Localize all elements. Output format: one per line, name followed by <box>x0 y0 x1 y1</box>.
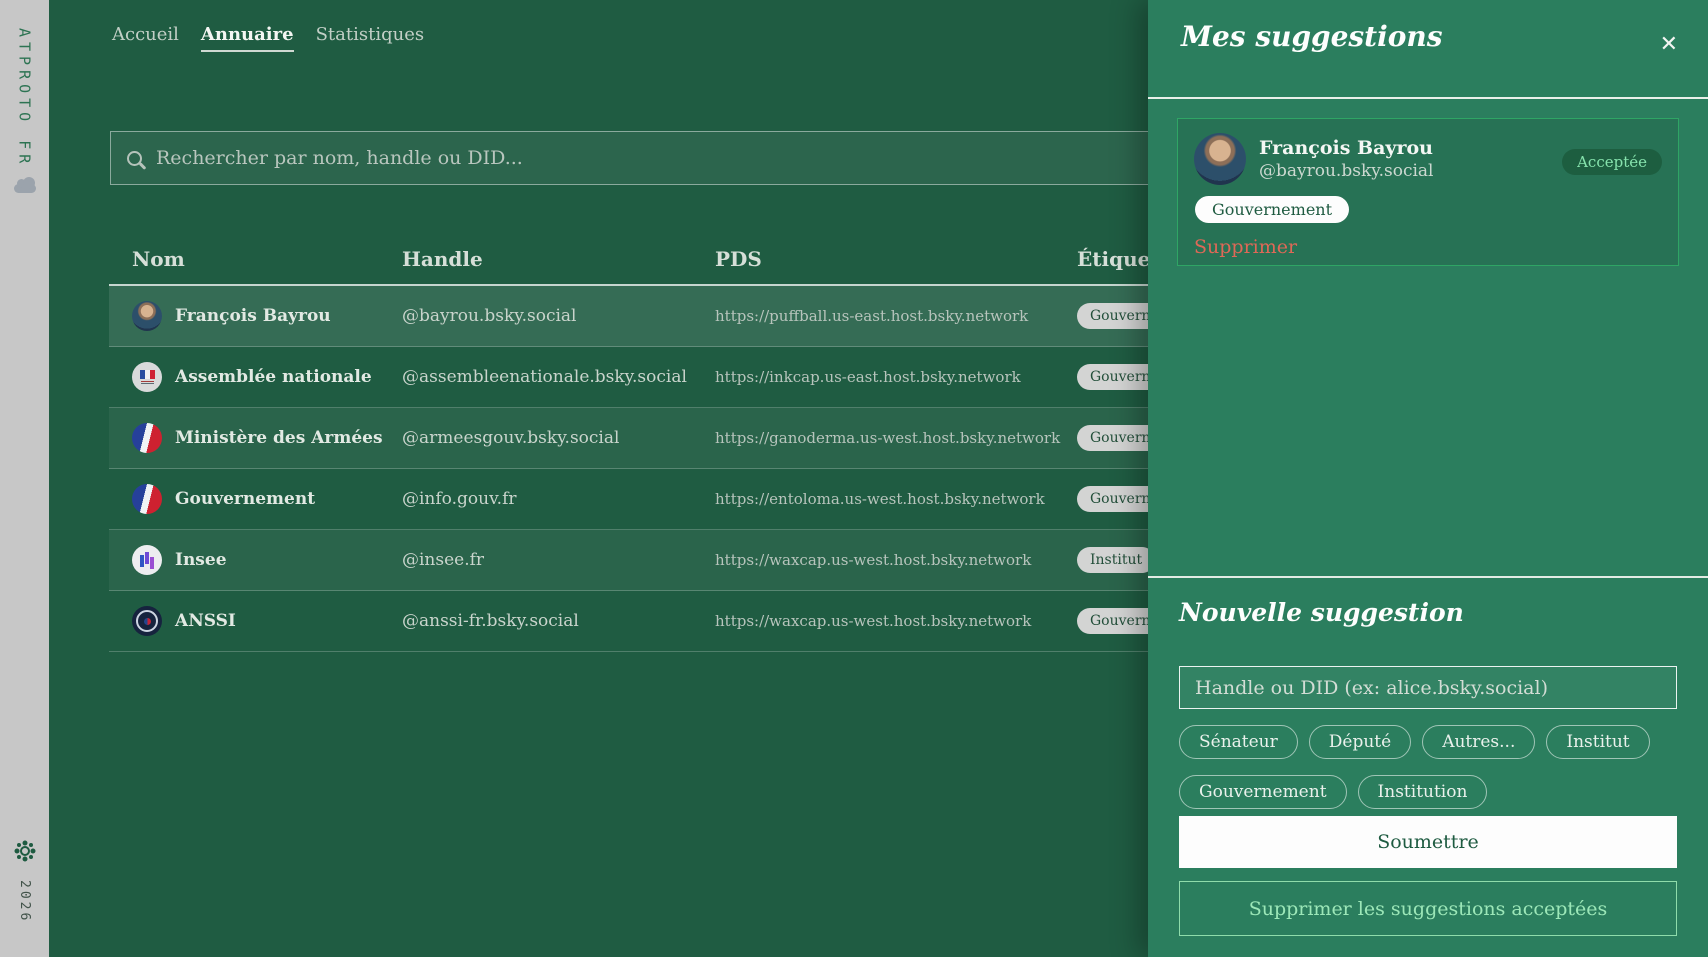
top-nav: Accueil Annuaire Statistiques <box>112 24 424 52</box>
cell-handle: @info.gouv.fr <box>402 489 715 509</box>
assemblee-nationale-avatar <box>132 362 162 392</box>
side-rail: ATPROTO FR 2026 <box>0 0 49 957</box>
suggestion-name: François Bayrou <box>1259 137 1433 161</box>
clear-accepted-button[interactable]: Supprimer les suggestions acceptées <box>1179 881 1677 936</box>
cell-pds: https://waxcap.us-west.host.bsky.network <box>715 551 1077 569</box>
cell-name: Ministère des Armées <box>109 423 402 453</box>
cell-handle: @insee.fr <box>402 550 715 570</box>
suggestion-tag-badge: Gouvernement <box>1195 196 1349 223</box>
submit-button[interactable]: Soumettre <box>1179 816 1677 868</box>
cell-pds: https://inkcap.us-east.host.bsky.network <box>715 368 1077 386</box>
cell-pds: https://ganoderma.us-west.host.bsky.netw… <box>715 429 1077 447</box>
tag-chip-gouvernement[interactable]: Gouvernement <box>1179 775 1347 809</box>
cell-handle: @anssi-fr.bsky.social <box>402 611 715 631</box>
row-name: Gouvernement <box>175 489 315 509</box>
cell-name: Assemblée nationale <box>109 362 402 392</box>
column-header-pds: PDS <box>715 247 1077 271</box>
sun-icon[interactable] <box>20 846 30 856</box>
cell-handle: @armeesgouv.bsky.social <box>402 428 715 448</box>
nav-item-statistiques[interactable]: Statistiques <box>316 24 425 52</box>
insee-avatar <box>132 545 162 575</box>
panel-header: Mes suggestions ✕ <box>1148 0 1708 99</box>
suggestions-panel: Mes suggestions ✕ François Bayrou @bayro… <box>1148 0 1708 957</box>
cell-pds: https://waxcap.us-west.host.bsky.network <box>715 612 1077 630</box>
cell-pds: https://entoloma.us-west.host.bsky.netwo… <box>715 490 1077 508</box>
row-name: ANSSI <box>175 611 236 631</box>
cell-name: Insee <box>109 545 402 575</box>
nav-item-accueil[interactable]: Accueil <box>112 24 179 52</box>
cloud-icon <box>14 184 36 193</box>
search-icon <box>127 151 142 166</box>
suggestion-card: François Bayrou @bayrou.bsky.social Acce… <box>1177 118 1679 266</box>
panel-title: Mes suggestions <box>1181 20 1708 53</box>
new-suggestion-section: Nouvelle suggestion Sénateur Député Autres… <box>1148 576 1708 957</box>
tag-chip-institut[interactable]: Institut <box>1546 725 1649 759</box>
close-icon[interactable]: ✕ <box>1660 32 1678 57</box>
bayrou-avatar <box>132 301 162 331</box>
year-label: 2026 <box>17 880 32 923</box>
cell-handle: @assembleenationale.bsky.social <box>402 367 715 387</box>
cell-name: François Bayrou <box>109 301 402 331</box>
cell-name: Gouvernement <box>109 484 402 514</box>
cell-name: ANSSI <box>109 606 402 636</box>
cell-pds: https://puffball.us-east.host.bsky.netwo… <box>715 307 1077 325</box>
row-name: Ministère des Armées <box>175 428 383 448</box>
row-tag-badge: Institut <box>1077 547 1155 573</box>
row-name: Assemblée nationale <box>175 367 372 387</box>
nav-item-annuaire[interactable]: Annuaire <box>201 24 294 52</box>
remove-suggestion-link[interactable]: Supprimer <box>1194 236 1297 258</box>
bayrou-avatar <box>1194 133 1246 185</box>
column-header-nom: Nom <box>109 247 402 271</box>
tag-chip-institution[interactable]: Institution <box>1358 775 1488 809</box>
brand-wordmark: ATPROTO FR <box>16 28 34 168</box>
suggestion-handle: @bayrou.bsky.social <box>1259 161 1433 181</box>
new-suggestion-title: Nouvelle suggestion <box>1179 598 1677 627</box>
marianne-avatar <box>132 423 162 453</box>
column-header-handle: Handle <box>402 247 715 271</box>
handle-input[interactable] <box>1179 666 1677 709</box>
cell-handle: @bayrou.bsky.social <box>402 306 715 326</box>
row-name: François Bayrou <box>175 306 331 326</box>
tag-chip-depute[interactable]: Député <box>1309 725 1411 759</box>
tag-chip-group: Sénateur Député Autres... Institut Gouvernem… <box>1179 725 1677 809</box>
row-name: Insee <box>175 550 227 570</box>
tag-chip-senateur[interactable]: Sénateur <box>1179 725 1298 759</box>
anssi-avatar <box>132 606 162 636</box>
tag-chip-autres[interactable]: Autres... <box>1422 725 1535 759</box>
status-badge: Acceptée <box>1562 149 1662 175</box>
marianne-avatar <box>132 484 162 514</box>
